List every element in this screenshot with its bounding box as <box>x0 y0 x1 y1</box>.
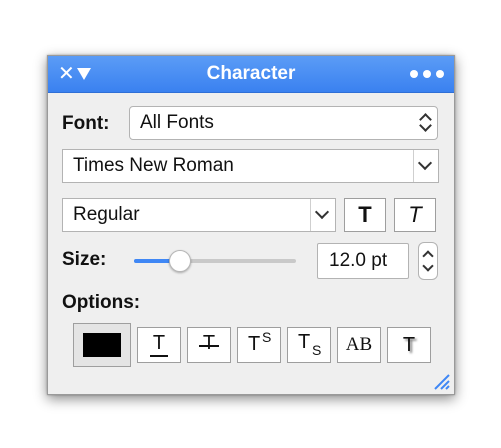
strikethrough-button[interactable]: T <box>187 327 231 363</box>
size-slider[interactable] <box>134 250 296 272</box>
italic-button[interactable]: T <box>394 198 436 232</box>
font-label: Font: <box>62 113 110 134</box>
size-label: Size: <box>62 249 107 270</box>
resize-handle-icon[interactable] <box>432 372 450 390</box>
stepper-down-icon[interactable] <box>422 260 434 272</box>
typeface-value: Regular <box>73 204 140 225</box>
underline-button[interactable]: T <box>137 327 181 363</box>
subscript-button[interactable]: T S <box>287 327 331 363</box>
typeface-combobox[interactable]: Regular <box>62 198 336 232</box>
subscript-glyph: T <box>298 331 311 353</box>
subscript-label: S <box>312 342 322 358</box>
more-options-icon[interactable] <box>410 70 444 78</box>
up-down-arrows-icon <box>419 111 432 133</box>
shadow-glyph: T <box>402 334 416 356</box>
underline-glyph: T <box>152 332 166 354</box>
slider-knob[interactable] <box>169 250 191 272</box>
chevron-down-icon <box>417 155 433 171</box>
options-label: Options: <box>62 292 141 313</box>
superscript-button[interactable]: T S <box>237 327 281 363</box>
typeface-dropdown-button[interactable] <box>310 199 335 231</box>
font-family-value: Times New Roman <box>73 155 234 176</box>
text-color-well[interactable] <box>73 323 131 367</box>
chevron-down-icon <box>314 204 330 220</box>
size-stepper[interactable] <box>418 242 438 280</box>
font-family-combobox[interactable]: Times New Roman <box>62 149 439 183</box>
color-swatch <box>83 333 121 357</box>
superscript-label: S <box>262 329 272 345</box>
font-collection-value: All Fonts <box>140 112 214 133</box>
superscript-glyph: T <box>248 333 261 355</box>
font-collection-select[interactable]: All Fonts <box>129 106 438 140</box>
small-caps-glyph: AB <box>345 334 373 355</box>
shadow-button[interactable]: T <box>387 327 431 363</box>
character-panel: ✕ Character Font: All Fonts Times New Ro… <box>47 55 455 395</box>
bold-button[interactable]: T <box>344 198 386 232</box>
underline-icon <box>150 355 168 357</box>
size-value: 12.0 pt <box>329 250 388 271</box>
size-input[interactable]: 12.0 pt <box>317 243 409 279</box>
small-caps-button[interactable]: AB <box>337 327 381 363</box>
strikethrough-icon <box>199 345 219 347</box>
title-bar: ✕ Character <box>48 56 454 93</box>
strikethrough-glyph: T <box>202 332 216 354</box>
font-family-dropdown-button[interactable] <box>413 150 438 182</box>
window-title: Character <box>206 63 296 84</box>
